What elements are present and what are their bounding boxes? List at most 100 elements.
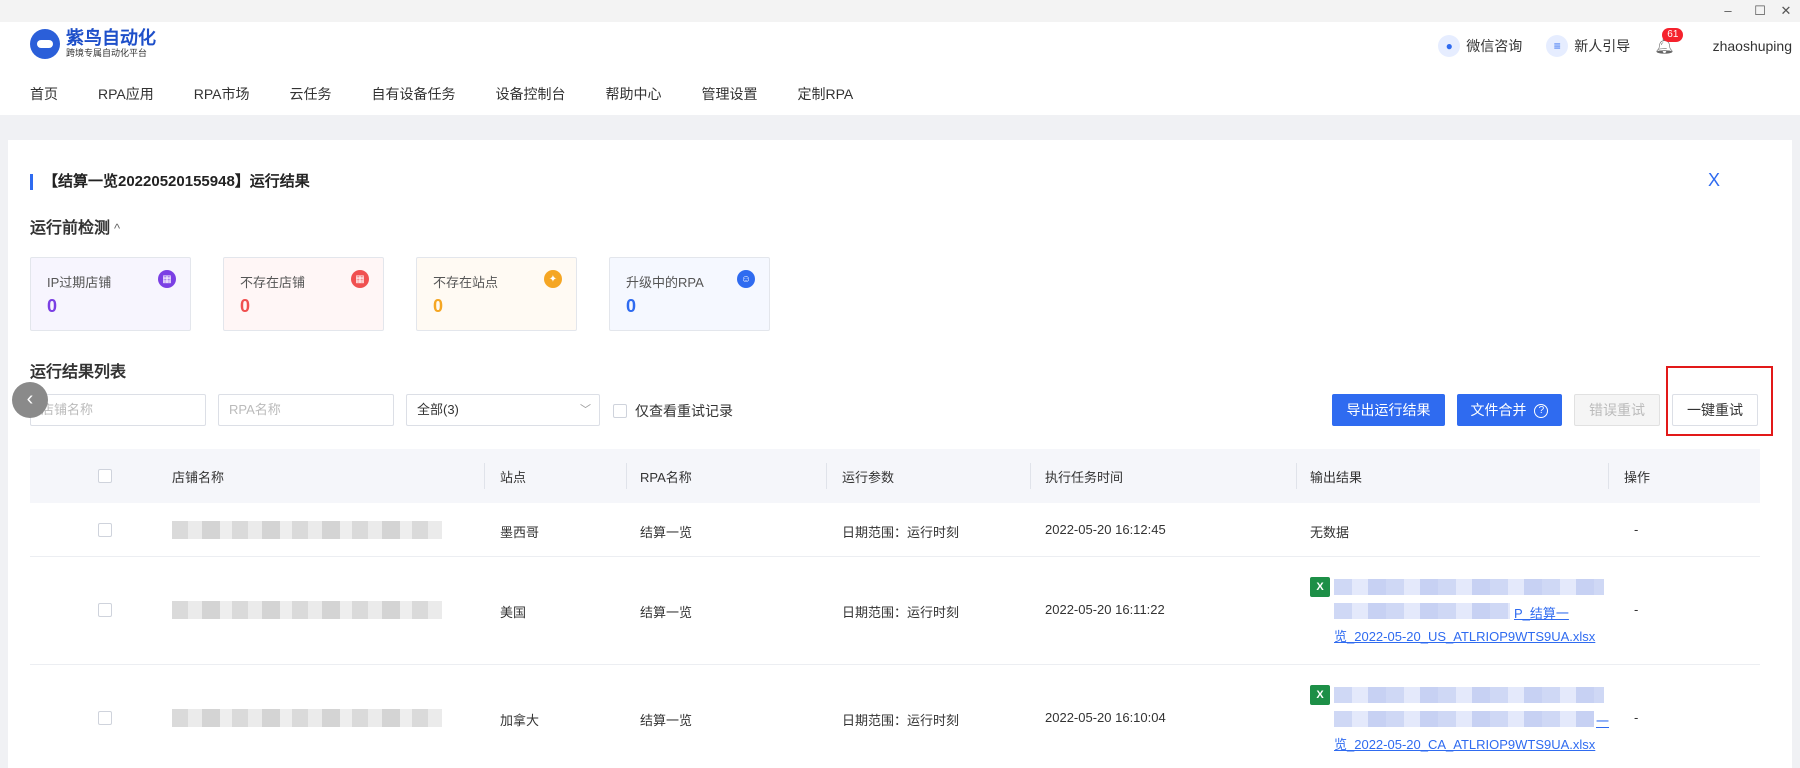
row-checkbox[interactable] [98,603,112,617]
help-icon[interactable]: ? [1534,404,1549,419]
output-file-link[interactable]: 览_2022-05-20_US_ATLRIOP9WTS9UA.xlsx [1334,626,1595,645]
wechat-label: 微信咨询 [1466,38,1523,54]
cell-params: 日期范围：运行时刻 [842,525,960,540]
select-all-checkbox[interactable] [98,469,112,483]
precheck-title: 运行前检测 [30,220,111,237]
output-file-link[interactable]: 一 [1596,711,1609,730]
chevron-left-icon[interactable]: ‹ [12,382,48,418]
new-user-guide-button[interactable]: ≡ 新人引导 [1546,35,1630,57]
nav-custom-rpa[interactable]: 定制RPA [798,84,854,104]
column-divider [1296,463,1297,489]
checkbox[interactable] [613,404,627,418]
column-divider [826,463,827,489]
error-retry-button[interactable]: 错误重试 [1574,394,1660,426]
redacted-shop-name [172,601,442,619]
nav-rpa-market[interactable]: RPA市场 [194,84,250,104]
cell-rpa: 结算一览 [640,525,693,540]
nav-management[interactable]: 管理设置 [702,84,758,104]
cell-rpa: 结算一览 [640,605,693,620]
cell-output: 无数据 [1310,525,1350,540]
nav-rpa-apps[interactable]: RPA应用 [98,84,154,104]
wechat-consult-button[interactable]: ● 微信咨询 [1438,35,1522,57]
highlight-annotation-box [1666,366,1773,436]
wechat-icon: ● [1438,35,1461,57]
table-row: 加拿大 结算一览 日期范围：运行时刻 2022-05-20 16:10:04 X… [30,665,1760,768]
close-window-button[interactable]: ✕ [1772,2,1800,20]
brand-subtitle: 跨境专属自动化平台 [66,48,148,58]
brand-logo[interactable]: 紫鸟自动化 跨境专属自动化平台 [30,28,156,59]
card-label: 不存在店铺 [240,275,306,290]
redacted-shop-name [172,709,442,727]
th-shop: 店铺名称 [172,470,225,485]
cell-time: 2022-05-20 16:12:45 [1045,522,1166,537]
app-header: 紫鸟自动化 跨境专属自动化平台 ● 微信咨询 ≡ 新人引导 🔔︎ 61 zhao… [0,22,1800,115]
user-menu[interactable]: zhaoshuping [1713,38,1792,54]
window-titlebar: – ☐ ✕ [0,0,1800,22]
store-icon: ▦ [351,270,369,288]
cell-operation: - [1634,710,1639,725]
card-upgrading-rpa: 升级中的RPA 0 ☺ [609,257,770,331]
redacted-filename [1334,711,1594,727]
card-value: 0 [626,296,637,316]
precheck-header[interactable]: 运行前检测 ^ [30,214,120,238]
row-checkbox[interactable] [98,523,112,537]
row-checkbox[interactable] [98,711,112,725]
username: zhaoshuping [1712,38,1792,54]
shop-icon: ▦ [158,270,176,288]
cell-site: 美国 [500,605,527,620]
export-results-button[interactable]: 导出运行结果 [1332,394,1445,426]
redacted-filename [1334,687,1604,703]
nav-home[interactable]: 首页 [30,84,58,104]
nav-help-center[interactable]: 帮助中心 [606,84,662,104]
guide-label: 新人引导 [1574,38,1631,54]
status-select-value: 全部(3) [417,402,459,417]
cell-operation: - [1634,522,1639,537]
redacted-filename [1334,603,1510,619]
brand-title: 紫鸟自动化 [66,28,156,48]
cell-rpa: 结算一览 [640,713,693,728]
notification-badge: 61 [1662,28,1684,42]
th-rpa: RPA名称 [640,470,692,485]
chevron-down-icon: ﹀ [580,404,591,416]
redacted-shop-name [172,521,442,539]
th-output: 输出结果 [1310,470,1363,485]
results-table: 店铺名称 站点 RPA名称 运行参数 执行任务时间 输出结果 操作 墨西哥 结算… [30,449,1760,768]
panel-title: 【结算一览20220520155948】运行结果 [30,174,310,190]
cell-time: 2022-05-20 16:11:22 [1045,602,1165,617]
file-merge-button[interactable]: 文件合并 ? [1457,394,1562,426]
cell-time: 2022-05-20 16:10:04 [1045,710,1166,725]
maximize-button[interactable]: ☐ [1746,2,1774,20]
card-label: 升级中的RPA [626,275,704,290]
status-select[interactable]: 全部(3) ﹀ [406,394,600,426]
compass-icon: ✦ [544,270,562,288]
column-divider [1030,463,1031,489]
file-merge-label: 文件合并 [1470,402,1527,418]
shop-name-input[interactable]: 店铺名称 [30,394,206,426]
rpa-name-input[interactable]: RPA名称 [218,394,394,426]
th-time: 执行任务时间 [1045,470,1124,485]
th-operation: 操作 [1624,470,1651,485]
column-divider [1608,463,1609,489]
run-result-panel: 【结算一览20220520155948】运行结果 X 运行前检测 ^ IP过期店铺… [8,140,1792,768]
cell-operation: - [1634,602,1639,617]
th-params: 运行参数 [842,470,895,485]
excel-file-icon: X [1310,577,1330,597]
redacted-filename [1334,579,1604,595]
output-file-link[interactable]: 览_2022-05-20_CA_ATLRIOP9WTS9UA.xlsx [1334,734,1595,753]
nav-cloud-tasks[interactable]: 云任务 [290,84,332,104]
nav-device-console[interactable]: 设备控制台 [496,84,566,104]
retry-only-checkbox[interactable]: 仅查看重试记录 [613,401,733,421]
output-file-link[interactable]: P_结算一 [1514,603,1569,622]
card-missing-sites: 不存在站点 0 ✦ [416,257,577,331]
column-divider [626,463,627,489]
nav-own-device-tasks[interactable]: 自有设备任务 [372,84,456,104]
close-panel-icon[interactable]: X [1708,170,1720,191]
notification-button[interactable]: 🔔︎ 61 [1654,28,1688,56]
robot-icon: ☺ [737,270,755,288]
table-row: 墨西哥 结算一览 日期范围：运行时刻 2022-05-20 16:12:45 无… [30,503,1760,557]
cell-params: 日期范围：运行时刻 [842,605,960,620]
minimize-button[interactable]: – [1714,2,1742,20]
card-ip-expired-shops: IP过期店铺 0 ▦ [30,257,191,331]
cell-site: 加拿大 [500,713,540,728]
table-header: 店铺名称 站点 RPA名称 运行参数 执行任务时间 输出结果 操作 [30,449,1760,503]
